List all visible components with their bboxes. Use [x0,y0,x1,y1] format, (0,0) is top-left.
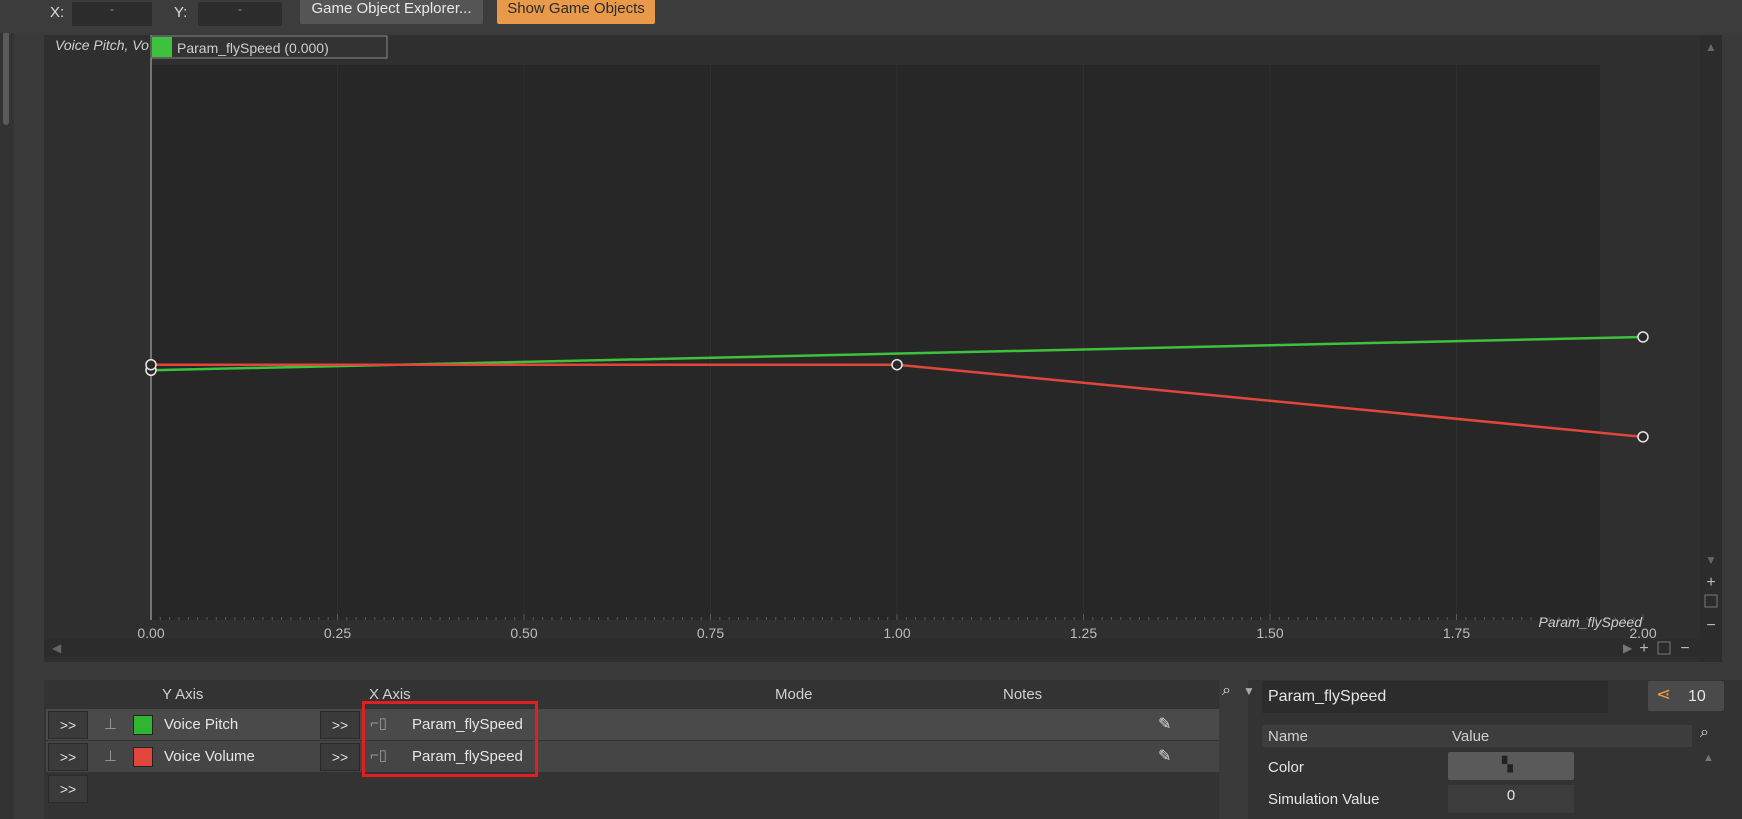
edit-notes-icon[interactable]: ✎ [1158,714,1171,734]
scroll-down-icon[interactable]: ▼ [1705,553,1717,567]
scroll-left-icon[interactable]: ◀ [52,641,62,655]
x-tick-label: 0.00 [137,625,164,641]
curve-point[interactable] [1637,431,1649,443]
rtpc-graph-panel: 0.00 0.25 0.50 0.75 1.00 1.25 1.50 1.75 2.00 Par… [44,35,1722,662]
x-coordinate-field[interactable]: - [72,2,152,26]
y-label: Y: [174,4,188,21]
scroll-right-icon[interactable]: ▶ [1623,641,1633,655]
edit-notes-icon[interactable]: ✎ [1158,746,1171,766]
row-expand-button[interactable]: >> [48,743,88,771]
x-axis-title: Param_flySpeed [1538,614,1643,630]
color-picker-icon: ▚ [1502,756,1513,772]
header-y-axis[interactable]: Y Axis [162,686,203,703]
cursor-label: Param_flySpeed (0.000) [177,40,329,56]
cursor-swatch [152,37,172,57]
row-color-swatch[interactable] [133,747,153,767]
scroll-up-icon[interactable]: ▲ [1705,40,1717,54]
highlight-box [362,701,538,777]
property-name: Color [1268,759,1304,776]
row-y-axis: Voice Volume [164,748,255,765]
x-tick-label: 1.25 [1070,625,1097,641]
vertical-scrollbar-track[interactable] [1700,35,1722,662]
zoom-in-vertical-icon[interactable]: + [1706,574,1715,591]
share-icon: ⋖ [1656,684,1672,704]
properties-title[interactable]: Param_flySpeed [1262,681,1608,713]
row-y-axis: Voice Pitch [164,716,239,733]
search-icon[interactable]: ⌕ [1222,682,1231,700]
zoom-in-horizontal-icon[interactable]: + [1639,640,1648,657]
properties-search-icon[interactable]: ⌕ [1700,724,1709,742]
collapse-icon[interactable]: ▼ [1243,684,1255,698]
column-value[interactable]: Value [1452,728,1489,745]
properties-scroll-up-icon[interactable]: ▲ [1703,752,1714,764]
y-axis-title: Voice Pitch, Vo [55,37,149,53]
x-label: X: [50,4,65,21]
x-tick-label: 1.50 [1256,625,1283,641]
curve-point[interactable] [145,358,157,371]
pin-icon[interactable]: ⊥ [104,747,117,765]
pin-icon[interactable]: ⊥ [104,715,117,733]
x-tick-label: 0.75 [697,625,724,641]
zoom-out-vertical-icon[interactable]: − [1706,617,1715,634]
x-axis-expand-button[interactable]: >> [320,743,360,771]
header-notes[interactable]: Notes [1003,686,1042,703]
y-coordinate-field[interactable]: - [198,2,282,26]
x-tick-label: 0.25 [324,625,351,641]
simulation-value-field[interactable]: 0 [1448,785,1574,813]
references-count: 10 [1688,688,1706,705]
x-tick-labels: 0.00 0.25 0.50 0.75 1.00 1.25 1.50 1.75 2.00 [137,625,1656,641]
rtpc-curve-chart[interactable]: 0.00 0.25 0.50 0.75 1.00 1.25 1.50 1.75 2.00 Par… [44,35,1722,662]
curve-point[interactable] [1637,331,1649,343]
property-name: Simulation Value [1268,791,1380,808]
x-tick-label: 0.50 [510,625,537,641]
header-mode[interactable]: Mode [775,686,813,703]
horizontal-scrollbar-track[interactable] [44,639,1722,657]
show-game-objects-button[interactable]: Show Game Objects [497,0,655,24]
curve-point[interactable] [891,358,903,371]
x-tick-label: 1.75 [1443,625,1470,641]
zoom-out-horizontal-icon[interactable]: − [1680,640,1689,657]
x-tick-label: 1.00 [883,625,910,641]
row-expand-button[interactable]: >> [48,711,88,739]
game-object-explorer-button[interactable]: Game Object Explorer... [300,0,483,24]
x-axis-expand-button[interactable]: >> [320,711,360,739]
add-row-expand-button[interactable]: >> [48,775,88,803]
row-color-swatch[interactable] [133,715,153,735]
column-name[interactable]: Name [1268,728,1308,745]
